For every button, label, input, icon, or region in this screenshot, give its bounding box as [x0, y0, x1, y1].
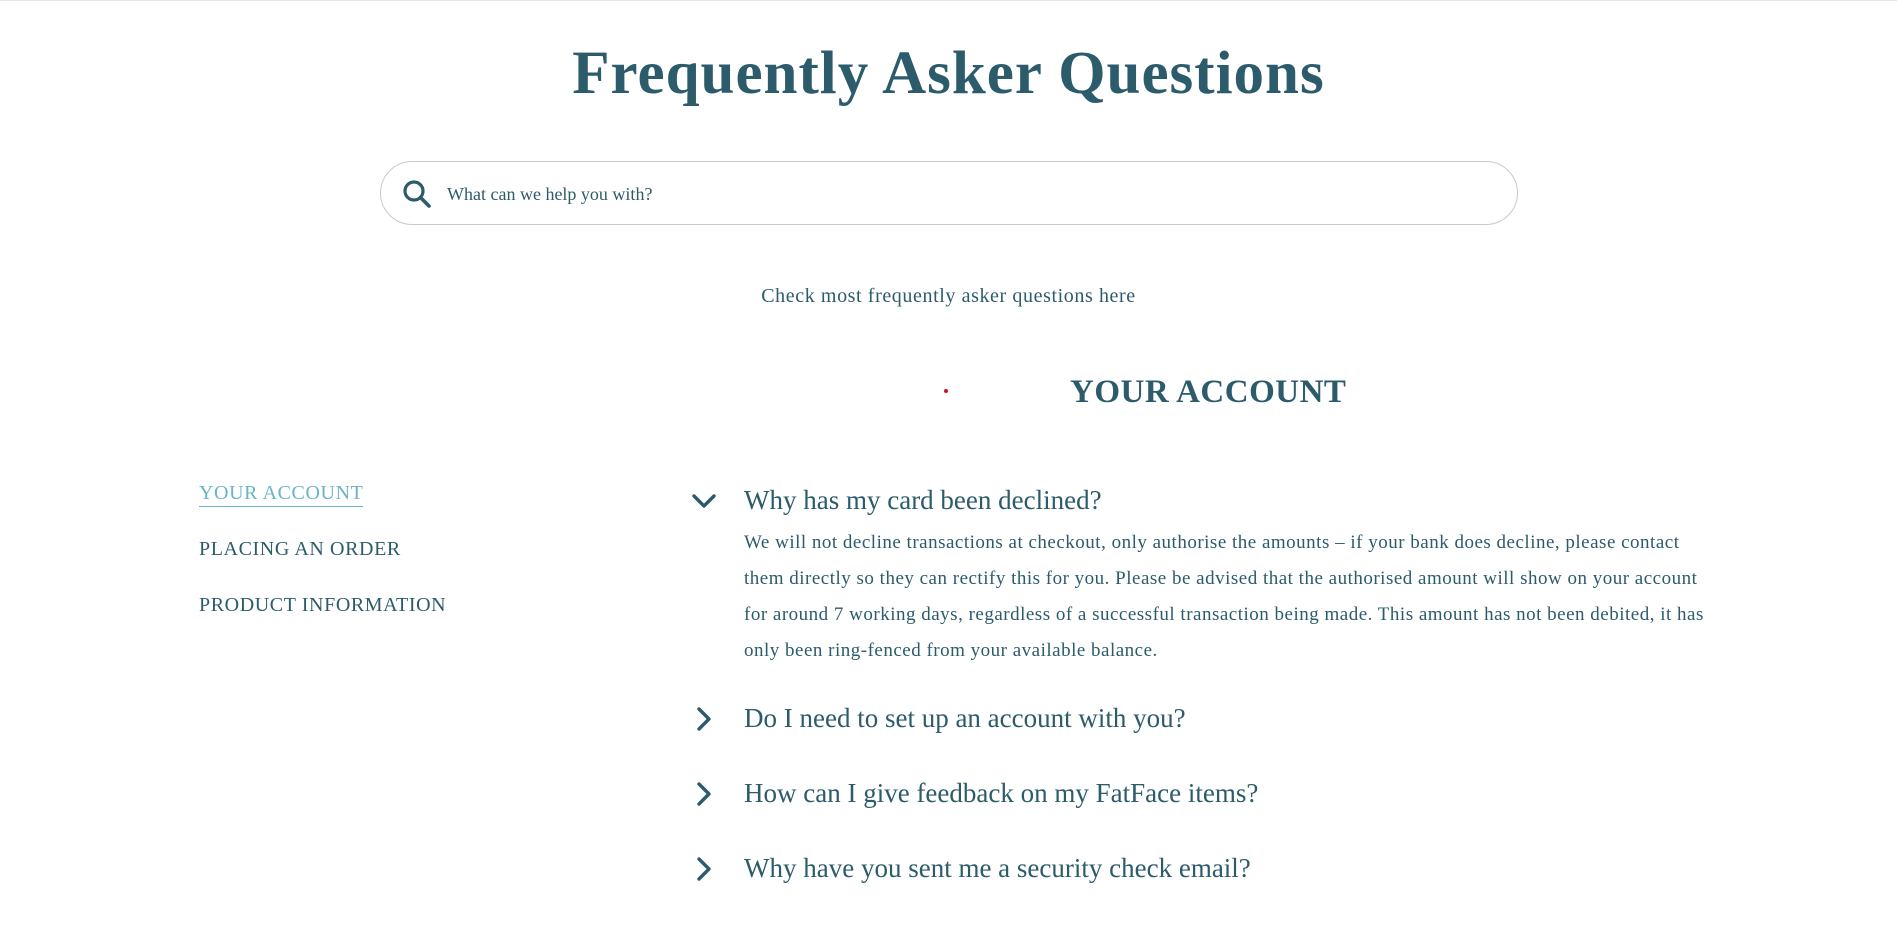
sidebar-item-placing-an-order[interactable]: PLACING AN ORDER — [199, 536, 446, 592]
chevron-right-icon[interactable] — [690, 855, 718, 883]
sidebar-item-label: PRODUCT INFORMATION — [199, 594, 447, 616]
faq-question[interactable]: How can I give feedback on my FatFace it… — [744, 773, 1258, 813]
chevron-down-icon[interactable] — [690, 487, 718, 515]
search-input[interactable] — [445, 176, 1489, 212]
faq-question[interactable]: Why have you sent me a security check em… — [744, 848, 1251, 888]
page-title: Frequently Asker Questions — [572, 40, 1325, 107]
red-dot — [944, 389, 948, 393]
sidebar-item-your-account[interactable]: YOUR ACCOUNT — [199, 480, 446, 536]
faq-question[interactable]: Do I need to set up an account with you? — [744, 698, 1186, 738]
faq-answer: We will not decline transactions at chec… — [744, 532, 1704, 661]
section-title: YOUR ACCOUNT — [1070, 374, 1347, 410]
sidebar-item-product-information[interactable]: PRODUCT INFORMATION — [199, 592, 446, 648]
sidebar-item-label: YOUR ACCOUNT — [199, 482, 364, 507]
sidebar-item-label: PLACING AN ORDER — [199, 538, 401, 560]
page-subtitle: Check most frequently asker questions he… — [761, 285, 1136, 307]
search-icon[interactable] — [401, 178, 433, 210]
chevron-right-icon[interactable] — [690, 705, 718, 733]
search-bar[interactable] — [380, 161, 1518, 225]
faq-question[interactable]: Why has my card been declined? — [744, 480, 1102, 520]
chevron-right-icon[interactable] — [690, 780, 718, 808]
sidebar-nav: YOUR ACCOUNT PLACING AN ORDER PRODUCT IN… — [199, 480, 446, 648]
top-divider — [0, 0, 1897, 1]
